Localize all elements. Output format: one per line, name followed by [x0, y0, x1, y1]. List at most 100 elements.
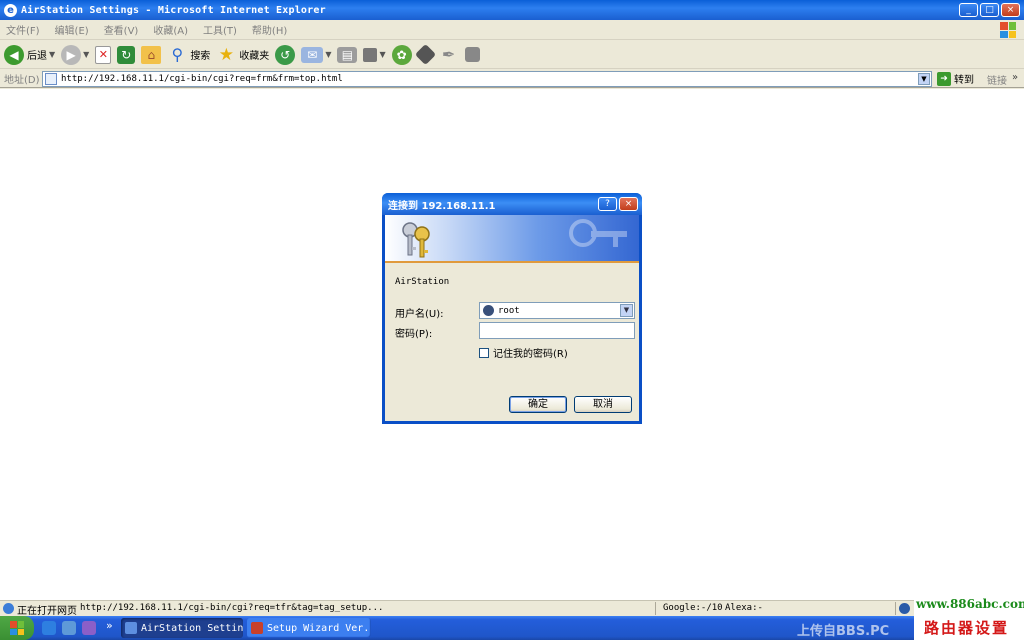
forward-button[interactable]: ▶ ▼	[61, 44, 89, 65]
favorites-label: 收藏夹	[239, 51, 270, 62]
dialog-titlebar[interactable]: 连接到 192.168.11.1 ? ×	[382, 193, 642, 215]
printer-icon: ▤	[337, 46, 358, 63]
links-chevron-icon[interactable]: »	[1012, 72, 1018, 83]
stop-button[interactable]: ✕	[95, 45, 112, 64]
favorites-button[interactable]: ★ 收藏夹	[216, 45, 270, 65]
square-icon	[464, 47, 480, 62]
page-icon	[45, 73, 57, 85]
quicklaunch-chevron-icon[interactable]: »	[106, 619, 113, 632]
search-icon: ⚲	[171, 44, 184, 64]
menu-file[interactable]: 文件(F)	[6, 22, 40, 37]
square-tool-button[interactable]	[464, 47, 480, 62]
go-button[interactable]: ➜ 转到	[937, 71, 974, 86]
task-label: Setup Wizard Ver...	[267, 622, 371, 634]
dialog-close-button[interactable]: ×	[619, 197, 638, 211]
feather-icon: ✒	[441, 44, 456, 64]
window-title: AirStation Settings - Microsoft Internet…	[21, 4, 326, 16]
site-watermark: www.886abc.com 路由器设置	[914, 597, 1024, 640]
ie-quicklaunch-icon[interactable]	[42, 621, 56, 635]
close-button[interactable]: ×	[1001, 3, 1020, 17]
menu-edit[interactable]: 编辑(E)	[55, 22, 89, 37]
back-dropdown-icon[interactable]: ▼	[49, 50, 55, 59]
address-url: http://192.168.11.1/cgi-bin/cgi?req=frm&…	[61, 74, 343, 84]
ie-window-icon	[125, 622, 137, 634]
address-dropdown-icon[interactable]: ▼	[918, 73, 930, 85]
forward-arrow-icon: ▶	[61, 44, 82, 65]
back-button[interactable]: ◀ 后退 ▼	[4, 44, 55, 65]
dialog-banner	[385, 215, 639, 263]
dialog-title: 连接到 192.168.11.1	[388, 200, 496, 212]
password-input[interactable]	[479, 322, 635, 339]
history-button[interactable]: ↺	[275, 44, 296, 65]
task-setup-wizard[interactable]: Setup Wizard Ver...	[247, 618, 371, 638]
status-url: http://192.168.11.1/cgi-bin/cgi?req=tfr&…	[80, 603, 384, 613]
edit-button[interactable]: ▼	[363, 47, 386, 62]
messenger-button[interactable]: ✿	[391, 44, 412, 65]
show-desktop-icon[interactable]	[62, 621, 76, 635]
window-titlebar[interactable]: e AirStation Settings - Microsoft Intern…	[0, 0, 1024, 20]
messenger-icon: ✿	[391, 44, 412, 65]
refresh-button[interactable]: ↻	[117, 45, 136, 64]
address-bar: 地址(D) http://192.168.11.1/cgi-bin/cgi?re…	[0, 70, 1024, 88]
go-label: 转到	[954, 75, 974, 86]
toolbar: ◀ 后退 ▼ ▶ ▼ ✕ ↻ ⌂ ⚲ 搜索 ★ 收藏夹 ↺ ✉ ▼ ▤ ▼ ✿	[0, 41, 1024, 69]
mail-button[interactable]: ✉ ▼	[301, 46, 331, 63]
ie-logo-icon: e	[4, 3, 17, 17]
remember-password-label: 记住我的密码(R)	[493, 349, 568, 360]
menu-view[interactable]: 查看(V)	[104, 22, 139, 37]
status-bar: 正在打开网页 http://192.168.11.1/cgi-bin/cgi?r…	[0, 600, 1024, 617]
checkbox-box[interactable]	[479, 347, 489, 358]
search-button[interactable]: ⚲ 搜索	[167, 45, 210, 65]
address-input[interactable]: http://192.168.11.1/cgi-bin/cgi?req=frm&…	[42, 71, 932, 87]
taskbar: » AirStation Settin... Setup Wizard Ver.…	[0, 616, 1024, 640]
media-player-icon[interactable]	[82, 621, 96, 635]
print-button[interactable]: ▤	[337, 46, 358, 63]
diamond-icon	[414, 43, 436, 66]
username-combobox[interactable]: root ▼	[479, 302, 635, 319]
start-button[interactable]	[0, 616, 34, 640]
windows-flag-icon	[1000, 22, 1016, 38]
menu-help[interactable]: 帮助(H)	[252, 22, 287, 37]
edit-dropdown-icon[interactable]: ▼	[379, 50, 385, 59]
upload-watermark: 上传自BBS.PC	[797, 624, 890, 639]
remember-password-checkbox[interactable]: 记住我的密码(R)	[479, 345, 568, 360]
minimize-button[interactable]: _	[959, 3, 978, 17]
banner-keys-watermark-icon	[569, 219, 627, 247]
watermark-url: www.886abc.com	[916, 597, 1024, 611]
username-value: root	[498, 305, 520, 316]
diamond-tool-button[interactable]	[414, 43, 436, 66]
internet-zone-icon	[899, 603, 910, 614]
windows-start-icon	[10, 621, 24, 635]
google-pagerank: Google:-/10	[663, 603, 723, 613]
task-airstation[interactable]: AirStation Settin...	[121, 618, 243, 638]
home-button[interactable]: ⌂	[141, 45, 162, 64]
go-arrow-icon: ➜	[937, 71, 951, 86]
setup-wizard-icon	[251, 622, 263, 634]
loading-page-icon	[3, 603, 14, 614]
dialog-help-button[interactable]: ?	[598, 197, 617, 211]
edit-icon	[363, 47, 378, 62]
status-separator	[895, 602, 896, 615]
menu-bar: 文件(F) 编辑(E) 查看(V) 收藏(A) 工具(T) 帮助(H)	[0, 20, 1024, 40]
mail-icon: ✉	[301, 46, 324, 63]
search-label: 搜索	[190, 51, 211, 62]
username-dropdown-icon[interactable]: ▼	[620, 304, 633, 317]
keys-icon	[402, 222, 430, 258]
maximize-button[interactable]: □	[980, 3, 999, 17]
home-icon: ⌂	[141, 45, 162, 64]
forward-dropdown-icon[interactable]: ▼	[83, 50, 89, 59]
status-text: 正在打开网页	[17, 606, 77, 617]
menu-tools[interactable]: 工具(T)	[203, 22, 237, 37]
dialog-controls: ? ×	[598, 197, 638, 211]
ok-button[interactable]: 确定	[509, 396, 567, 413]
history-icon: ↺	[275, 44, 296, 65]
window-controls: _ □ ×	[959, 3, 1020, 17]
feather-tool-button[interactable]: ✒	[439, 45, 459, 65]
status-separator	[655, 602, 656, 615]
links-label[interactable]: 链接	[987, 72, 1007, 87]
refresh-icon: ↻	[117, 45, 136, 64]
mail-dropdown-icon[interactable]: ▼	[325, 50, 331, 59]
cancel-button[interactable]: 取消	[574, 396, 632, 413]
menu-favorites[interactable]: 收藏(A)	[153, 22, 188, 37]
stop-icon: ✕	[95, 45, 112, 64]
